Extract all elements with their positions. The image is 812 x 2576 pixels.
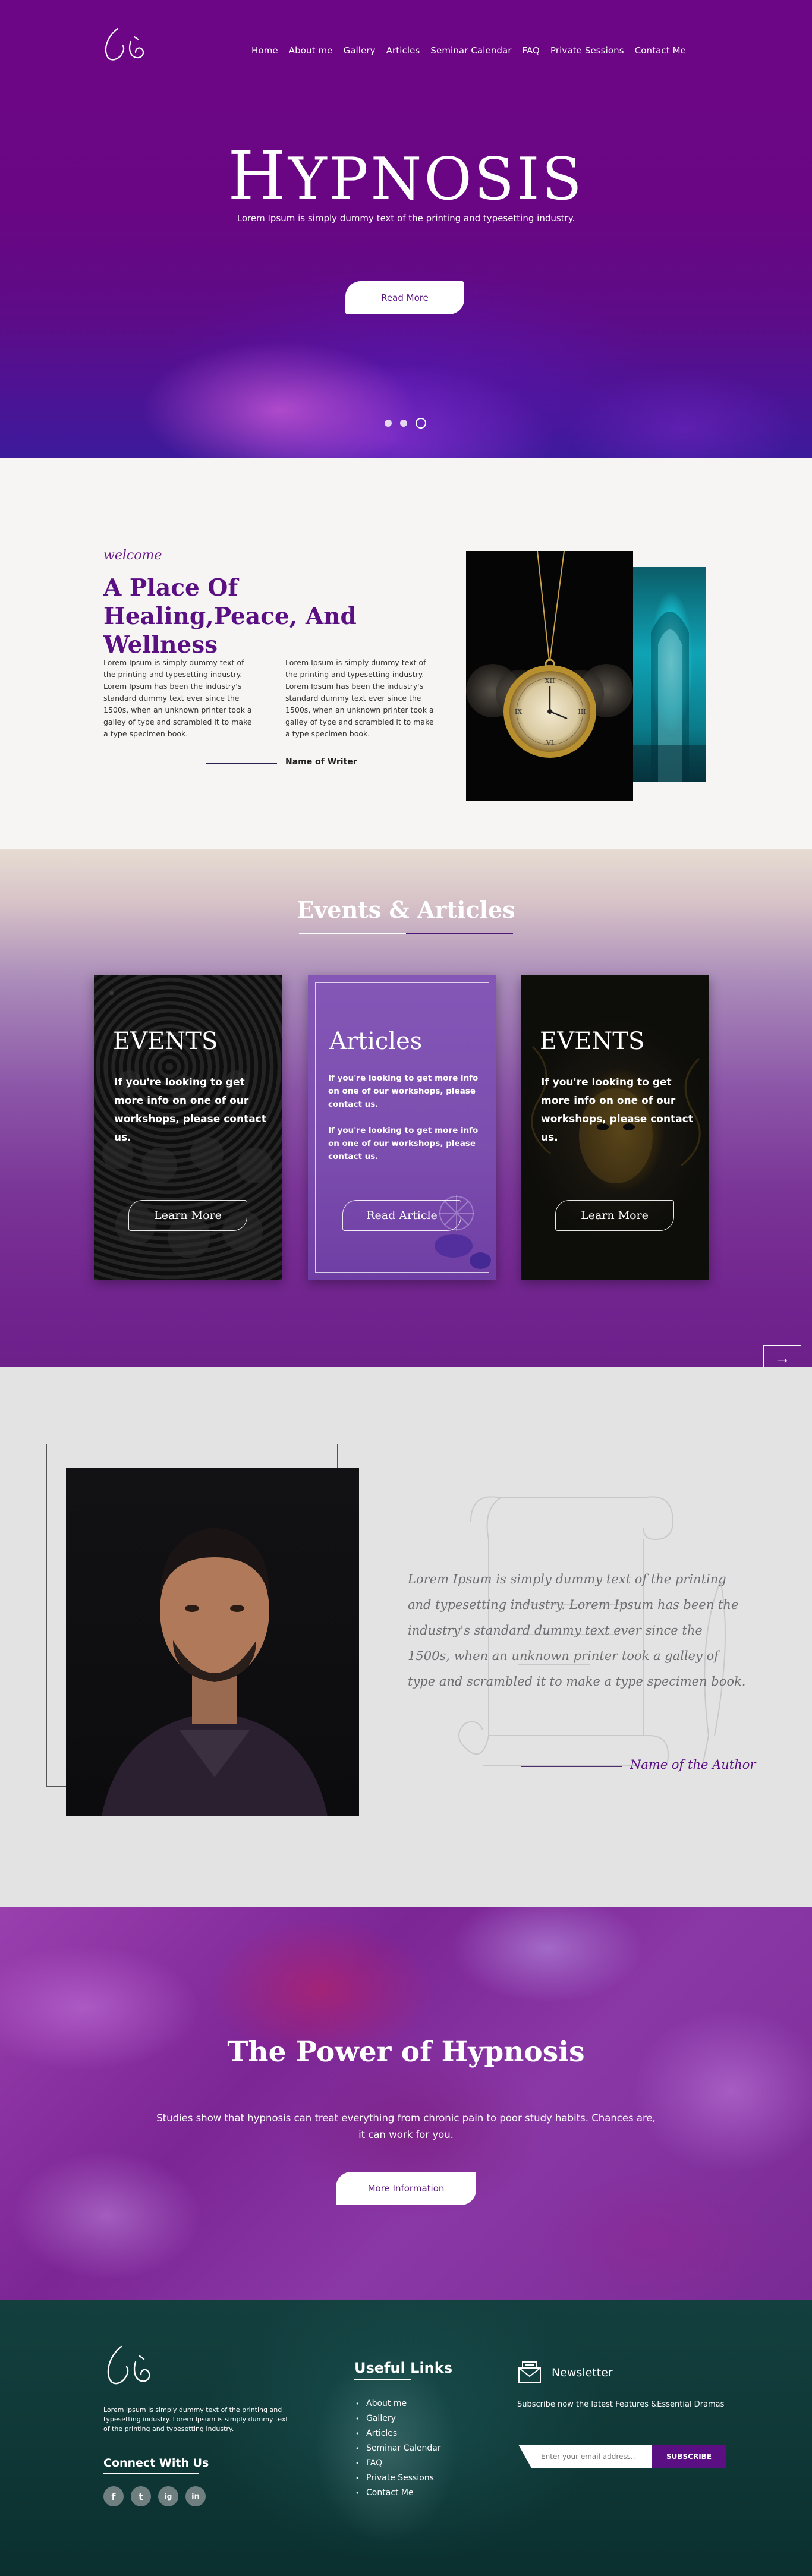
slider-dots <box>385 418 426 429</box>
site-logo[interactable] <box>100 24 155 65</box>
writer-name: Name of Writer <box>285 757 357 767</box>
svg-text:VI: VI <box>546 739 553 747</box>
author-quote: Lorem Ipsum is simply dummy text of the … <box>408 1572 746 1689</box>
events-articles-section: Events & Articles EVENTS If you're looki… <box>0 849 812 1408</box>
event-card-1-text: If you're looking to get more info on on… <box>114 1076 266 1144</box>
newsletter-email-input[interactable] <box>518 2445 652 2468</box>
newsletter-text: Subscribe now the latest Features &Essen… <box>517 2400 725 2409</box>
nav-private-sessions[interactable]: Private Sessions <box>550 45 624 56</box>
nav-about-me[interactable]: About me <box>289 45 333 56</box>
nav-contact-me[interactable]: Contact Me <box>635 45 686 56</box>
facebook-icon[interactable]: f <box>103 2486 124 2506</box>
events-section-title: Events & Articles <box>297 896 515 923</box>
event-card-2-title: EVENTS <box>540 1028 645 1055</box>
event-card-1-title: EVENTS <box>113 1028 218 1055</box>
event-card-1-learn-more-button[interactable]: Learn More <box>128 1200 247 1231</box>
footer-link-seminar-calendar[interactable]: Seminar Calendar <box>355 2441 441 2456</box>
footer-about-text: Lorem Ipsum is simply dummy text of the … <box>103 2406 288 2433</box>
hero-section: Home About me Gallery Articles Seminar C… <box>0 0 812 458</box>
footer-logo[interactable] <box>102 2342 162 2391</box>
main-nav: Home About me Gallery Articles Seminar C… <box>251 45 686 56</box>
twitter-icon[interactable]: t <box>131 2486 151 2506</box>
footer-link-faq[interactable]: FAQ <box>355 2456 441 2471</box>
article-card-title: Articles <box>329 1028 423 1055</box>
author-name: Name of the Author <box>630 1758 756 1772</box>
nav-gallery[interactable]: Gallery <box>344 45 376 56</box>
arrow-right-icon: → <box>774 1349 791 1367</box>
hero-title: HYPNOSIS <box>228 138 584 215</box>
event-card-2-text: If you're looking to get more info on on… <box>541 1076 693 1144</box>
useful-links-underline <box>354 2379 411 2380</box>
subscribe-button[interactable]: SUBSCRIBE <box>652 2445 726 2468</box>
article-card-read-article-button[interactable]: Read Article <box>342 1200 461 1231</box>
hero-read-more-button[interactable]: Read More <box>345 281 464 314</box>
welcome-title: A Place Of Healing,Peace, And Wellness <box>103 574 357 659</box>
social-links: f t ig in <box>103 2486 206 2506</box>
svg-text:XII: XII <box>545 677 555 685</box>
more-information-button[interactable]: More Information <box>336 2172 476 2205</box>
footer-link-articles[interactable]: Articles <box>355 2426 441 2441</box>
power-text: Studies show that hypnosis can treat eve… <box>156 2112 656 2140</box>
instagram-icon[interactable]: ig <box>158 2486 178 2506</box>
turquoise-doorway-image <box>633 567 706 782</box>
nav-home[interactable]: Home <box>251 45 278 56</box>
nav-seminar-calendar[interactable]: Seminar Calendar <box>430 45 511 56</box>
svg-text:III: III <box>578 708 586 716</box>
welcome-script-label: welcome <box>103 548 162 563</box>
envelope-icon <box>518 2361 541 2383</box>
power-title: The Power of Hypnosis <box>227 2036 585 2068</box>
welcome-text-col-2: Lorem Ipsum is simply dummy text of the … <box>285 658 434 738</box>
connect-underline <box>103 2473 199 2474</box>
events-title-underline <box>299 933 513 934</box>
slider-dot-2[interactable] <box>400 420 407 427</box>
linkedin-icon[interactable]: in <box>185 2486 206 2506</box>
pocket-watch-image: XII III VI IX <box>466 551 633 801</box>
article-card[interactable]: Articles If you're looking to get more i… <box>308 975 496 1280</box>
author-divider <box>521 1766 622 1767</box>
footer-link-about-me[interactable]: About me <box>355 2397 441 2411</box>
author-section: Lorem Ipsum is simply dummy text of the … <box>0 1367 812 1907</box>
slider-dot-3-active[interactable] <box>416 418 426 429</box>
hero-subtitle: Lorem Ipsum is simply dummy text of the … <box>237 213 575 223</box>
writer-divider <box>206 763 277 764</box>
nav-articles[interactable]: Articles <box>386 45 420 56</box>
newsletter-title: Newsletter <box>552 2366 613 2379</box>
site-footer: Lorem Ipsum is simply dummy text of the … <box>0 2300 812 2576</box>
slider-dot-1[interactable] <box>385 420 392 427</box>
welcome-text-col-1: Lorem Ipsum is simply dummy text of the … <box>103 658 252 738</box>
event-card-2-learn-more-button[interactable]: Learn More <box>555 1200 674 1231</box>
power-of-hypnosis-section: The Power of Hypnosis Studies show that … <box>0 1907 812 2300</box>
useful-links-title: Useful Links <box>354 2360 453 2376</box>
useful-links-list: About me Gallery Articles Seminar Calend… <box>355 2397 441 2501</box>
author-photo <box>66 1468 359 1816</box>
welcome-section: welcome A Place Of Healing,Peace, And We… <box>0 458 812 849</box>
footer-link-contact-me[interactable]: Contact Me <box>355 2486 441 2501</box>
event-card-1[interactable]: EVENTS If you're looking to get more inf… <box>94 975 282 1280</box>
footer-link-gallery[interactable]: Gallery <box>355 2411 441 2426</box>
nav-faq[interactable]: FAQ <box>523 45 540 56</box>
connect-with-us-title: Connect With Us <box>103 2457 209 2470</box>
article-card-text-2: If you're looking to get more info on on… <box>328 1126 479 1161</box>
svg-text:IX: IX <box>515 708 522 716</box>
event-card-2[interactable]: EVENTS If you're looking to get more inf… <box>521 975 709 1280</box>
article-card-text-1: If you're looking to get more info on on… <box>328 1073 479 1109</box>
footer-link-private-sessions[interactable]: Private Sessions <box>355 2471 441 2486</box>
